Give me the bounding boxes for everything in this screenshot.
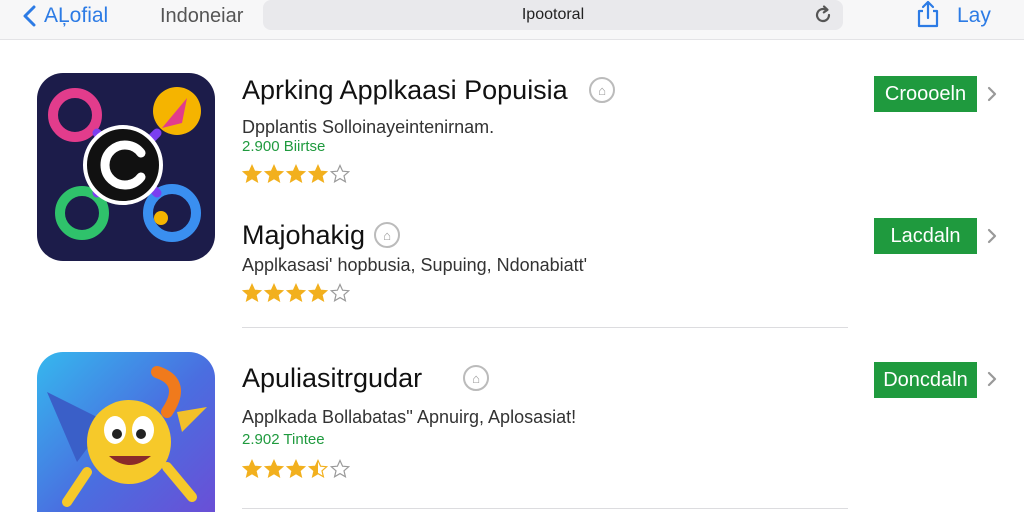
chevron-right-icon[interactable]	[986, 85, 998, 103]
back-chevron-icon	[23, 5, 36, 27]
app-title-3[interactable]: Apuliasitrgudar	[242, 363, 422, 394]
app-desc-1: Dpplantis Solloinayeintenirnam.	[242, 117, 495, 137]
download-button-3[interactable]: Doncdaln	[874, 362, 977, 398]
download-button-2[interactable]: Lacdaln	[874, 218, 977, 254]
share-icon[interactable]	[915, 0, 941, 28]
rating-stars-2	[242, 283, 350, 305]
star-icon	[330, 459, 350, 479]
back-button[interactable]: AĻofial	[22, 4, 108, 28]
star-icon	[286, 164, 306, 184]
breadcrumb[interactable]: Indoneiar	[160, 5, 243, 28]
star-icon	[308, 459, 328, 479]
app-title-1[interactable]: Aprking Applkaasi Popuisia	[242, 75, 568, 106]
chevron-right-icon[interactable]	[986, 227, 998, 245]
star-icon	[308, 164, 328, 184]
star-icon	[242, 283, 262, 303]
app-title-2[interactable]: Majohakig	[242, 220, 365, 251]
download-button-1[interactable]: Croooeln	[874, 76, 977, 112]
star-icon	[242, 459, 262, 479]
emoji-mascot-icon	[47, 366, 207, 507]
divider	[242, 508, 848, 509]
rating-stars-3	[242, 459, 350, 481]
address-text: Ipootoral	[521, 6, 585, 23]
reload-icon[interactable]	[813, 4, 833, 26]
star-icon	[264, 164, 284, 184]
star-icon	[330, 164, 350, 184]
chevron-right-icon[interactable]	[986, 370, 998, 388]
app-count-3: 2.902 Tintee	[242, 431, 325, 448]
top-bar: AĻofial Indoneiar Ipootoral Lay	[0, 0, 1024, 40]
app-icon-2[interactable]	[37, 352, 215, 512]
star-icon	[286, 459, 306, 479]
app-desc-3: Applkada Bollabatas'' Apnuirg, Aplosasia…	[242, 407, 577, 427]
app-desc-2: Applkasasi' hopbusia, Supuing, Ndonabiat…	[242, 255, 588, 275]
back-label: AĻofial	[44, 4, 109, 27]
star-icon	[264, 283, 284, 303]
badge-icon: ⌂	[463, 365, 489, 391]
star-icon	[242, 164, 262, 184]
app-icon-1[interactable]	[37, 73, 215, 261]
star-icon	[264, 459, 284, 479]
badge-icon: ⌂	[374, 222, 400, 248]
app-count-1: 2.900 Biirtse	[242, 138, 326, 155]
app-logo-icon	[48, 87, 201, 242]
star-icon	[286, 283, 306, 303]
rating-stars-1	[242, 164, 350, 186]
address-bar[interactable]: Ipootoral	[263, 0, 843, 30]
divider	[242, 327, 848, 328]
share-label[interactable]: Lay	[957, 4, 991, 28]
star-icon	[330, 283, 350, 303]
badge-icon: ⌂	[589, 77, 615, 103]
star-icon	[308, 283, 328, 303]
